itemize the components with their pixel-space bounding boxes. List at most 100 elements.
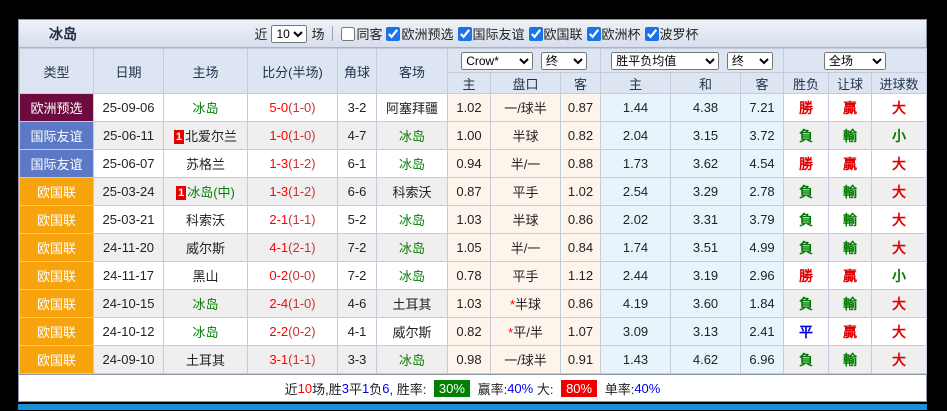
euro-home-odds-cell: 2.04 [601,122,671,150]
date-cell: 24-09-10 [94,346,164,374]
home-team-cell: 黑山 [164,262,248,290]
europe-odds-source-select[interactable]: 胜平负均值 [611,52,719,70]
asia-odds-source-select[interactable]: Crow* [461,52,533,70]
league-type-cell: 国际友谊 [20,150,94,178]
bottom-accent-bar [18,404,927,410]
header-away: 客场 [377,49,448,94]
asia-home-odds-cell: 1.02 [448,94,491,122]
score-cell: 1-3(1-2) [248,150,338,178]
euro-away-odds-cell: 6.96 [741,346,784,374]
filter-欧洲杯[interactable]: 欧洲杯 [587,24,641,43]
filter-同客[interactable]: 同客 [341,24,382,43]
filter-label: 波罗杯 [660,24,699,43]
corners-cell: 5-2 [338,206,377,234]
handicap-cell: 半球 [491,122,561,150]
table-row: 欧国联 24-09-10 土耳其 3-1(1-1) 3-3 冰岛 0.98 一/… [20,346,927,374]
corners-cell: 7-2 [338,234,377,262]
result-wdl-cell: 負 [784,122,829,150]
match-count-select[interactable]: 10 [271,25,307,43]
home-team-cell: 冰岛 [164,290,248,318]
result-goals: 大 [892,352,906,368]
result-goals: 小 [892,268,906,284]
home-team-cell: 1冰岛(中) [164,178,248,206]
filter-label: 同客 [356,24,382,43]
page-title: 冰岛 [49,24,77,44]
header-date: 日期 [94,49,164,94]
handicap-text: 平手 [512,269,538,284]
home-team-cell: 威尔斯 [164,234,248,262]
filter-checkbox[interactable] [645,27,659,41]
europe-odds-time-select[interactable]: 终 [727,52,773,70]
home-team-name: 科索沃 [186,213,225,228]
red-card-badge: 1 [176,186,186,200]
summary-segment: 场,胜 [312,379,342,398]
scope-select[interactable]: 全场 [824,52,886,70]
home-team-name: 北爱尔兰 [185,129,237,144]
header-score: 比分(半场) [248,49,338,94]
handicap-cell: *半球 [491,290,561,318]
home-team-cell: 冰岛 [164,94,248,122]
result-goals-cell: 大 [872,234,927,262]
result-wdl-cell: 勝 [784,262,829,290]
result-wdl-cell: 負 [784,178,829,206]
handicap-text: 半/一 [511,241,541,256]
asia-odds-time-select[interactable]: 终 [541,52,587,70]
handicap-text: 一/球半 [504,101,547,116]
corners-cell: 7-2 [338,262,377,290]
asia-home-odds-cell: 0.98 [448,346,491,374]
table-row: 欧国联 24-10-12 冰岛 2-2(0-2) 4-1 威尔斯 0.82 *平… [20,318,927,346]
score-cell: 0-2(0-0) [248,262,338,290]
matches-tbody: 欧洲预选 25-09-06 冰岛 5-0(1-0) 3-2 阿塞拜疆 1.02 … [20,94,927,374]
filter-label: 国际友谊 [473,24,525,43]
summary-segment: , 胜率: [389,379,429,398]
result-handicap: 贏 [843,268,857,284]
subheader-eu-draw: 和 [671,73,741,94]
result-handicap-cell: 贏 [829,94,872,122]
asia-away-odds-cell: 0.86 [561,290,601,318]
euro-draw-odds-cell: 3.60 [671,290,741,318]
result-wdl-cell: 負 [784,234,829,262]
result-handicap-cell: 輸 [829,122,872,150]
filter-欧国联[interactable]: 欧国联 [529,24,583,43]
fulltime-score: 5-0 [269,100,288,115]
filter-checkbox[interactable] [587,27,601,41]
fulltime-score: 2-2 [269,324,288,339]
handicap-cell: *平/半 [491,318,561,346]
fulltime-score: 2-1 [269,212,288,227]
handicap-cell: 平手 [491,262,561,290]
result-handicap: 輸 [843,184,857,200]
date-cell: 24-10-12 [94,318,164,346]
result-handicap: 贏 [843,100,857,116]
euro-away-odds-cell: 1.84 [741,290,784,318]
fulltime-score: 3-1 [269,352,288,367]
filter-label: 欧国联 [544,24,583,43]
table-row: 欧洲预选 25-09-06 冰岛 5-0(1-0) 3-2 阿塞拜疆 1.02 … [20,94,927,122]
league-type-cell: 欧国联 [20,178,94,206]
halftime-score: (1-0) [288,128,315,143]
halftime-score: (0-2) [288,324,315,339]
filter-checkbox[interactable] [341,27,355,41]
filter-欧洲预选[interactable]: 欧洲预选 [386,24,453,43]
asia-away-odds-cell: 1.12 [561,262,601,290]
result-handicap-cell: 贏 [829,318,872,346]
halftime-score: (1-2) [288,156,315,171]
filter-国际友谊[interactable]: 国际友谊 [458,24,525,43]
home-team-name: 苏格兰 [186,157,225,172]
result-handicap: 贏 [843,156,857,172]
away-team-cell: 冰岛 [377,346,448,374]
filter-checkbox[interactable] [529,27,543,41]
summary-segment: 大: [533,379,557,398]
filter-波罗杯[interactable]: 波罗杯 [645,24,699,43]
summary-segment: 1 [362,381,369,396]
handicap-cell: 半/一 [491,150,561,178]
filter-label: 欧洲预选 [401,24,453,43]
table-row: 欧国联 24-10-15 冰岛 2-4(1-0) 4-6 土耳其 1.03 *半… [20,290,927,318]
euro-away-odds-cell: 3.72 [741,122,784,150]
header-corners: 角球 [338,49,377,94]
result-goals-cell: 大 [872,150,927,178]
league-type-cell: 欧国联 [20,290,94,318]
filter-checkbox[interactable] [458,27,472,41]
toolbar-divider [332,26,333,41]
corners-cell: 4-6 [338,290,377,318]
filter-checkbox[interactable] [386,27,400,41]
